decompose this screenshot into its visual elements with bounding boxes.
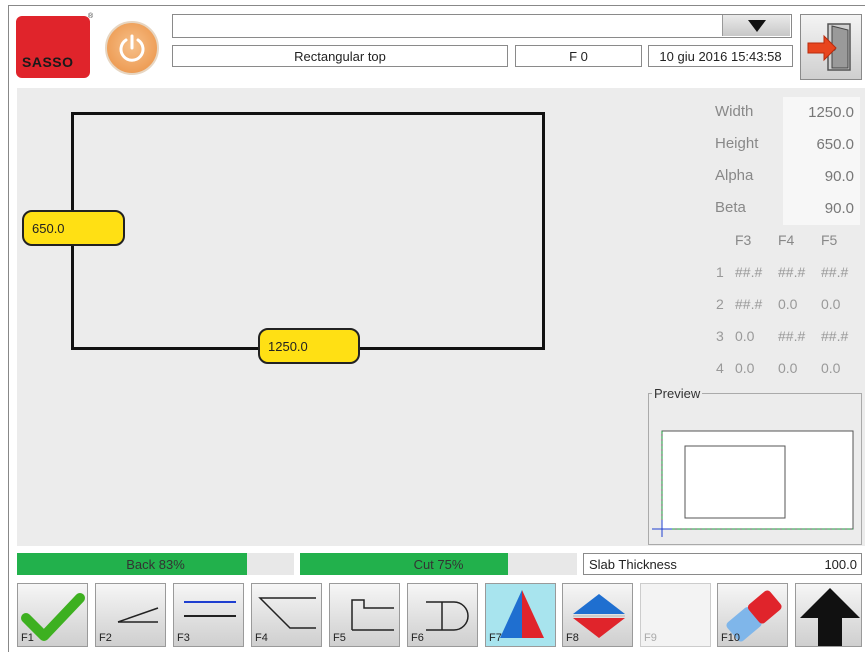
grid-cell[interactable]: ##.# bbox=[778, 264, 805, 280]
fkey-label: F5 bbox=[333, 632, 346, 644]
grid-cell[interactable]: ##.# bbox=[821, 328, 848, 344]
fkey-label: F7 bbox=[489, 632, 502, 644]
grid-cell[interactable]: 0.0 bbox=[821, 360, 840, 376]
grid-cell[interactable]: 0.0 bbox=[778, 360, 797, 376]
fkey-label: F2 bbox=[99, 632, 112, 644]
grid-header-f5: F5 bbox=[821, 232, 838, 248]
param-alpha-label: Alpha bbox=[715, 167, 754, 184]
fkey-label: F10 bbox=[721, 632, 740, 644]
param-height-label: Height bbox=[715, 135, 759, 152]
grid-header-f3: F3 bbox=[735, 232, 752, 248]
slab-thickness-label: Slab Thickness bbox=[589, 557, 677, 572]
grid-cell[interactable]: ##.# bbox=[735, 264, 762, 280]
function-code-field: F 0 bbox=[515, 45, 642, 67]
param-beta-label: Beta bbox=[715, 199, 746, 216]
fkey-label: F8 bbox=[566, 632, 579, 644]
param-height-value[interactable]: 650.0 bbox=[783, 129, 860, 161]
f6-rounded-end-button[interactable]: F6 bbox=[407, 583, 478, 647]
f2-angled-line-button[interactable]: F2 bbox=[95, 583, 166, 647]
grid-row-number: 4 bbox=[716, 360, 724, 376]
datetime-field: 10 giu 2016 15:43:58 bbox=[648, 45, 793, 67]
grid-row-number: 3 bbox=[716, 328, 724, 344]
program-name-field: Rectangular top bbox=[172, 45, 508, 67]
f3-parallel-lines-button[interactable]: F3 bbox=[173, 583, 244, 647]
power-button[interactable] bbox=[105, 21, 159, 75]
preview-panel bbox=[648, 393, 862, 545]
param-width-value[interactable]: 1250.0 bbox=[783, 97, 860, 129]
f4-bevel-corner-button[interactable]: F4 bbox=[251, 583, 322, 647]
grid-cell[interactable]: 0.0 bbox=[778, 296, 797, 312]
width-dimension-label[interactable]: 1250.0 bbox=[258, 328, 360, 364]
back-progress-label: Back 83% bbox=[126, 556, 185, 572]
f1-confirm-button[interactable]: F1 bbox=[17, 583, 88, 647]
dropdown-button[interactable] bbox=[722, 15, 790, 36]
grid-cell[interactable]: ##.# bbox=[778, 328, 805, 344]
fkey-label: F9 bbox=[644, 632, 657, 644]
grid-cell[interactable]: 0.0 bbox=[735, 328, 754, 344]
f9-button[interactable]: F9 bbox=[640, 583, 711, 647]
grid-row-number: 1 bbox=[716, 264, 724, 280]
f7-triangle-split-button[interactable]: F7 bbox=[485, 583, 556, 647]
grid-cell[interactable]: 0.0 bbox=[821, 296, 840, 312]
f10-eraser-button[interactable]: F10 bbox=[717, 583, 788, 647]
slab-thickness-value: 100.0 bbox=[824, 557, 857, 572]
grid-cell[interactable]: ##.# bbox=[735, 296, 762, 312]
up-arrow-button[interactable] bbox=[795, 583, 862, 647]
param-beta-value[interactable]: 90.0 bbox=[783, 193, 860, 225]
preview-drawing bbox=[652, 430, 854, 537]
logo-registered-mark: ® bbox=[88, 13, 94, 20]
program-selector[interactable] bbox=[172, 14, 792, 38]
param-alpha-value[interactable]: 90.0 bbox=[783, 161, 860, 193]
grid-cell[interactable]: 0.0 bbox=[735, 360, 754, 376]
exit-button[interactable] bbox=[800, 14, 862, 80]
grid-header-f4: F4 bbox=[778, 232, 795, 248]
fkey-label: F3 bbox=[177, 632, 190, 644]
grid-row-number: 2 bbox=[716, 296, 724, 312]
exit-door-icon bbox=[807, 23, 851, 71]
up-arrow-icon bbox=[800, 588, 860, 646]
logo-text: SASSO bbox=[22, 54, 74, 70]
height-dimension-label[interactable]: 650.0 bbox=[22, 210, 125, 246]
fkey-label: F4 bbox=[255, 632, 268, 644]
power-icon bbox=[119, 34, 145, 62]
f5-notch-profile-button[interactable]: F5 bbox=[329, 583, 400, 647]
dropdown-triangle-icon bbox=[747, 19, 766, 32]
rectangle-shape bbox=[71, 112, 545, 350]
slab-thickness-field[interactable]: Slab Thickness 100.0 bbox=[583, 553, 862, 575]
cut-progress-label: Cut 75% bbox=[413, 556, 464, 572]
param-width-label: Width bbox=[715, 103, 754, 120]
f8-diamond-split-button[interactable]: F8 bbox=[562, 583, 633, 647]
fkey-label: F6 bbox=[411, 632, 424, 644]
preview-title: Preview bbox=[652, 386, 703, 401]
fkey-label: F1 bbox=[21, 632, 34, 644]
grid-cell[interactable]: ##.# bbox=[821, 264, 848, 280]
